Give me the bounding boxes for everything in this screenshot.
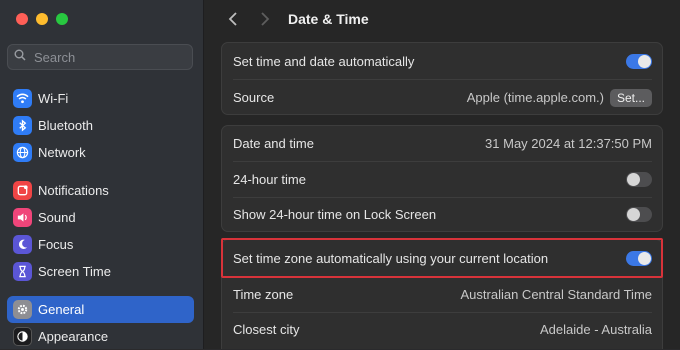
- date-time-row: Date and time 31 May 2024 at 12:37:50 PM: [222, 126, 662, 161]
- highlight-box: [221, 238, 663, 278]
- sidebar-item-network[interactable]: Network: [7, 139, 194, 166]
- sidebar: Wi-Fi Bluetooth Network Notifications So…: [0, 0, 204, 349]
- closest-city-row: Closest city Adelaide - Australia: [222, 312, 662, 347]
- search-icon: [14, 48, 26, 66]
- sidebar-item-notifications[interactable]: Notifications: [7, 177, 194, 204]
- chevron-right-icon: [261, 12, 270, 26]
- source-set-button[interactable]: Set...: [609, 88, 652, 107]
- sidebar-item-sound[interactable]: Sound: [7, 204, 194, 231]
- hour24-label: 24-hour time: [233, 172, 306, 187]
- set-auto-row: Set time and date automatically: [222, 44, 662, 79]
- hourglass-icon: [13, 262, 32, 281]
- search-input[interactable]: [32, 48, 186, 66]
- page-title: Date & Time: [288, 11, 369, 27]
- sidebar-item-label: Screen Time: [38, 264, 111, 279]
- closest-city-value: Adelaide - Australia: [539, 322, 652, 337]
- date-time-label: Date and time: [233, 136, 314, 151]
- sidebar-item-label: Network: [38, 145, 86, 160]
- sidebar-item-screen-time[interactable]: Screen Time: [7, 258, 194, 285]
- search-field[interactable]: [7, 44, 193, 70]
- timezone-label: Time zone: [233, 287, 294, 302]
- auto-time-group: Set time and date automatically Source A…: [221, 42, 663, 115]
- sidebar-item-label: Notifications: [38, 183, 109, 198]
- source-row: Source Apple (time.apple.com.) Set...: [222, 80, 662, 115]
- source-label: Source: [233, 90, 275, 105]
- hour24-toggle[interactable]: [626, 172, 652, 187]
- sidebar-item-label: General: [38, 302, 85, 317]
- set-auto-toggle[interactable]: [626, 54, 652, 69]
- datetime-group: Date and time 31 May 2024 at 12:37:50 PM…: [221, 125, 663, 232]
- forward-button[interactable]: [258, 12, 272, 26]
- timezone-row: Time zone Australian Central Standard Ti…: [222, 277, 662, 312]
- lock-screen-row: Show 24-hour time on Lock Screen: [222, 197, 662, 232]
- sidebar-item-wifi[interactable]: Wi-Fi: [7, 85, 194, 112]
- wifi-icon: [13, 89, 32, 108]
- source-value: Apple (time.apple.com.): [466, 90, 604, 105]
- timezone-value: Australian Central Standard Time: [460, 287, 652, 302]
- date-time-value[interactable]: 31 May 2024 at 12:37:50 PM: [485, 136, 652, 151]
- closest-city-label: Closest city: [233, 322, 300, 337]
- lock-screen-toggle[interactable]: [626, 207, 652, 222]
- sidebar-item-label: Wi-Fi: [38, 91, 69, 106]
- main-panel: Date & Time Set time and date automatica…: [204, 0, 680, 349]
- speaker-icon: [13, 208, 32, 227]
- sidebar-item-focus[interactable]: Focus: [7, 231, 194, 258]
- chevron-left-icon: [228, 12, 237, 26]
- sidebar-item-general[interactable]: General: [7, 296, 194, 323]
- zoom-button[interactable]: [56, 13, 68, 25]
- sidebar-item-label: Appearance: [38, 329, 109, 344]
- close-button[interactable]: [16, 13, 28, 25]
- globe-icon: [13, 143, 32, 162]
- hour24-row: 24-hour time: [222, 162, 662, 197]
- window-controls: [16, 13, 68, 25]
- bell-icon: [13, 181, 32, 200]
- sidebar-item-label: Bluetooth: [38, 118, 93, 133]
- back-button[interactable]: [226, 12, 240, 26]
- sidebar-item-appearance[interactable]: Appearance: [7, 323, 194, 350]
- sidebar-item-label: Focus: [38, 237, 74, 252]
- appearance-icon: [13, 327, 32, 346]
- minimize-button[interactable]: [36, 13, 48, 25]
- gear-icon: [13, 300, 32, 319]
- toolbar: Date & Time: [204, 0, 680, 38]
- sidebar-item-label: Sound: [38, 210, 76, 225]
- moon-icon: [13, 235, 32, 254]
- set-auto-label: Set time and date automatically: [233, 54, 415, 69]
- sidebar-item-bluetooth[interactable]: Bluetooth: [7, 112, 194, 139]
- lock-screen-label: Show 24-hour time on Lock Screen: [233, 207, 437, 222]
- bluetooth-icon: [13, 116, 32, 135]
